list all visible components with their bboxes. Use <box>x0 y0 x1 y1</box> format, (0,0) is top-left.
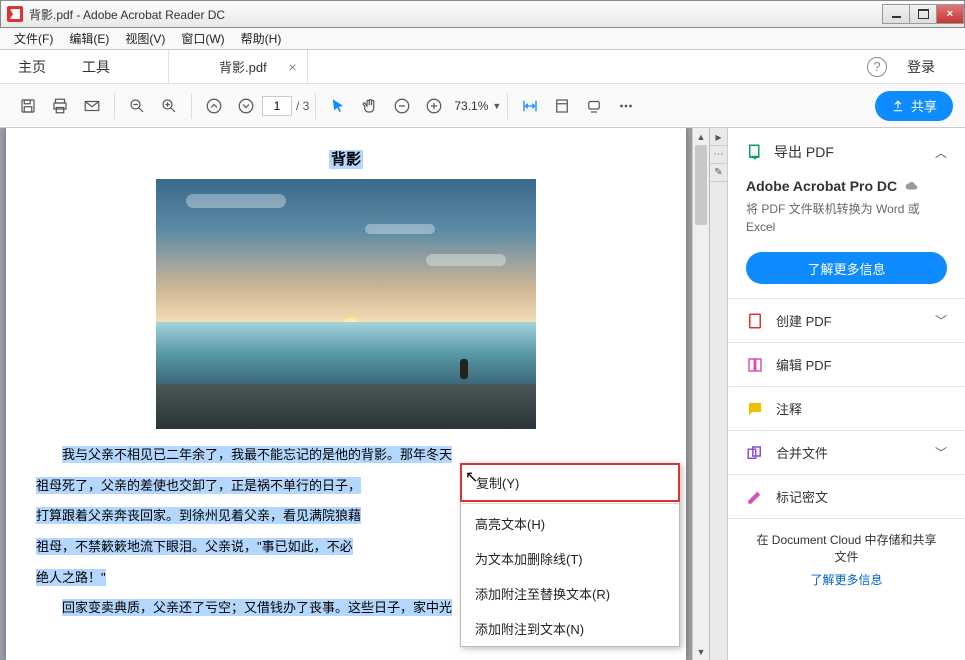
tab-tools[interactable]: 工具 <box>64 50 128 83</box>
scroll-down-icon[interactable]: ▼ <box>693 643 709 660</box>
zoom-dropdown-icon[interactable]: ▼ <box>492 101 501 111</box>
help-icon[interactable]: ? <box>867 57 887 77</box>
fit-page-icon[interactable] <box>546 90 578 122</box>
create-pdf-icon <box>746 312 764 330</box>
cloud-icon <box>905 179 919 193</box>
context-text-note[interactable]: 添加附注到文本(N) <box>461 611 679 646</box>
redact-item[interactable]: 标记密文 <box>728 475 965 518</box>
save-icon[interactable] <box>12 90 44 122</box>
learn-more-link[interactable]: 了解更多信息 <box>740 571 953 588</box>
text-selection[interactable]: 祖母，不禁簌簌地流下眼泪。父亲说，"事已如此，不必 <box>36 538 353 555</box>
pro-dc-desc: 将 PDF 文件联机转换为 Word 或 Excel <box>746 200 947 236</box>
tab-bar: 主页 工具 背影.pdf × ? 登录 <box>0 50 965 84</box>
zoom-in-icon[interactable] <box>153 90 185 122</box>
text-selection[interactable]: 回家变卖典质，父亲还了亏空；又借钱办了丧事。这些日子，家中光 <box>62 599 452 616</box>
cloud-storage-label: 在 Document Cloud 中存储和共享文件 <box>740 531 953 565</box>
read-aloud-icon[interactable] <box>578 90 610 122</box>
redact-icon <box>746 488 764 506</box>
export-pdf-section[interactable]: 导出 PDF ︿ <box>746 142 947 162</box>
comment-icon <box>746 400 764 418</box>
vertical-scrollbar[interactable]: ▲ ▼ <box>692 128 709 660</box>
text-selection[interactable]: 绝人之路！" <box>36 569 106 586</box>
signin-link[interactable]: 登录 <box>907 57 935 77</box>
scroll-thumb[interactable] <box>695 145 707 225</box>
tab-document-label: 背影.pdf <box>219 57 267 76</box>
context-replace-note[interactable]: 添加附注至替换文本(R) <box>461 576 679 611</box>
mail-icon[interactable] <box>76 90 108 122</box>
document-image <box>156 179 536 429</box>
close-button[interactable]: × <box>936 4 964 24</box>
share-button[interactable]: 共享 <box>875 91 953 121</box>
context-menu: 复制(Y) 高亮文本(H) 为文本加删除线(T) 添加附注至替换文本(R) 添加… <box>460 463 680 647</box>
share-icon <box>891 99 905 113</box>
zoom-plus-icon[interactable] <box>418 90 450 122</box>
menu-file[interactable]: 文件(F) <box>6 28 61 49</box>
chevron-down-icon: ﹀ <box>935 444 947 461</box>
chevron-down-icon: ﹀ <box>935 312 947 329</box>
zoom-minus-icon[interactable] <box>386 90 418 122</box>
menubar: 文件(F) 编辑(E) 视图(V) 窗口(W) 帮助(H) <box>0 28 965 50</box>
collapse-panel-icon[interactable]: ▸ <box>710 128 727 146</box>
next-page-icon[interactable] <box>230 90 262 122</box>
text-selection[interactable]: 祖母死了，父亲的差使也交卸了，正是祸不单行的日子， <box>36 477 361 494</box>
menu-view[interactable]: 视图(V) <box>117 28 173 49</box>
right-tools-panel: 导出 PDF ︿ Adobe Acrobat Pro DC 将 PDF 文件联机… <box>727 128 965 660</box>
toolstrip-icon[interactable]: ⋯ <box>710 146 727 164</box>
tab-close-icon[interactable]: × <box>289 59 297 75</box>
context-highlight[interactable]: 高亮文本(H) <box>461 506 679 541</box>
document-title[interactable]: 背影 <box>329 150 363 169</box>
window-title: 背影.pdf - Adobe Acrobat Reader DC <box>29 6 225 23</box>
tab-home[interactable]: 主页 <box>0 50 64 83</box>
text-selection[interactable]: 打算跟着父亲奔丧回家。到徐州见着父亲，看见满院狼藉 <box>36 507 361 524</box>
acrobat-icon <box>7 6 23 22</box>
menu-help[interactable]: 帮助(H) <box>233 28 290 49</box>
context-copy[interactable]: 复制(Y) <box>460 463 680 502</box>
export-pdf-label: 导出 PDF <box>774 142 834 162</box>
page-number-input[interactable] <box>262 96 292 116</box>
more-tools-icon[interactable] <box>610 90 642 122</box>
combine-icon <box>746 444 764 462</box>
combine-item[interactable]: 合并文件 ﹀ <box>728 431 965 475</box>
menu-edit[interactable]: 编辑(E) <box>61 28 117 49</box>
toolstrip-icon[interactable]: ✎ <box>710 164 727 182</box>
context-strikethrough[interactable]: 为文本加删除线(T) <box>461 541 679 576</box>
pointer-tool-icon[interactable] <box>322 90 354 122</box>
prev-page-icon[interactable] <box>198 90 230 122</box>
print-icon[interactable] <box>44 90 76 122</box>
edit-pdf-item[interactable]: 编辑 PDF <box>728 343 965 387</box>
comment-item[interactable]: 注释 <box>728 387 965 431</box>
page-total-label: / 3 <box>296 99 309 113</box>
export-pdf-icon <box>746 143 764 161</box>
zoom-level-label[interactable]: 73.1% <box>454 99 488 113</box>
hand-tool-icon[interactable] <box>354 90 386 122</box>
window-titlebar: 背影.pdf - Adobe Acrobat Reader DC × <box>0 0 965 28</box>
fit-width-icon[interactable] <box>514 90 546 122</box>
learn-more-button[interactable]: 了解更多信息 <box>746 252 947 284</box>
pro-dc-title: Adobe Acrobat Pro DC <box>746 178 947 194</box>
share-button-label: 共享 <box>911 96 937 115</box>
maximize-button[interactable] <box>909 4 937 24</box>
toolbar: / 3 73.1% ▼ 共享 <box>0 84 965 128</box>
menu-window[interactable]: 窗口(W) <box>173 28 232 49</box>
create-pdf-item[interactable]: 创建 PDF ﹀ <box>728 299 965 343</box>
scroll-up-icon[interactable]: ▲ <box>693 128 709 145</box>
tab-document[interactable]: 背影.pdf × <box>168 50 308 83</box>
text-selection[interactable]: 我与父亲不相见已二年余了，我最不能忘记的是他的背影。那年冬天 <box>62 446 452 463</box>
minimize-button[interactable] <box>882 4 910 24</box>
zoom-out-icon[interactable] <box>121 90 153 122</box>
edit-pdf-icon <box>746 356 764 374</box>
right-toolstrip: ▸ ⋯ ✎ <box>709 128 727 660</box>
chevron-up-icon: ︿ <box>935 144 947 161</box>
